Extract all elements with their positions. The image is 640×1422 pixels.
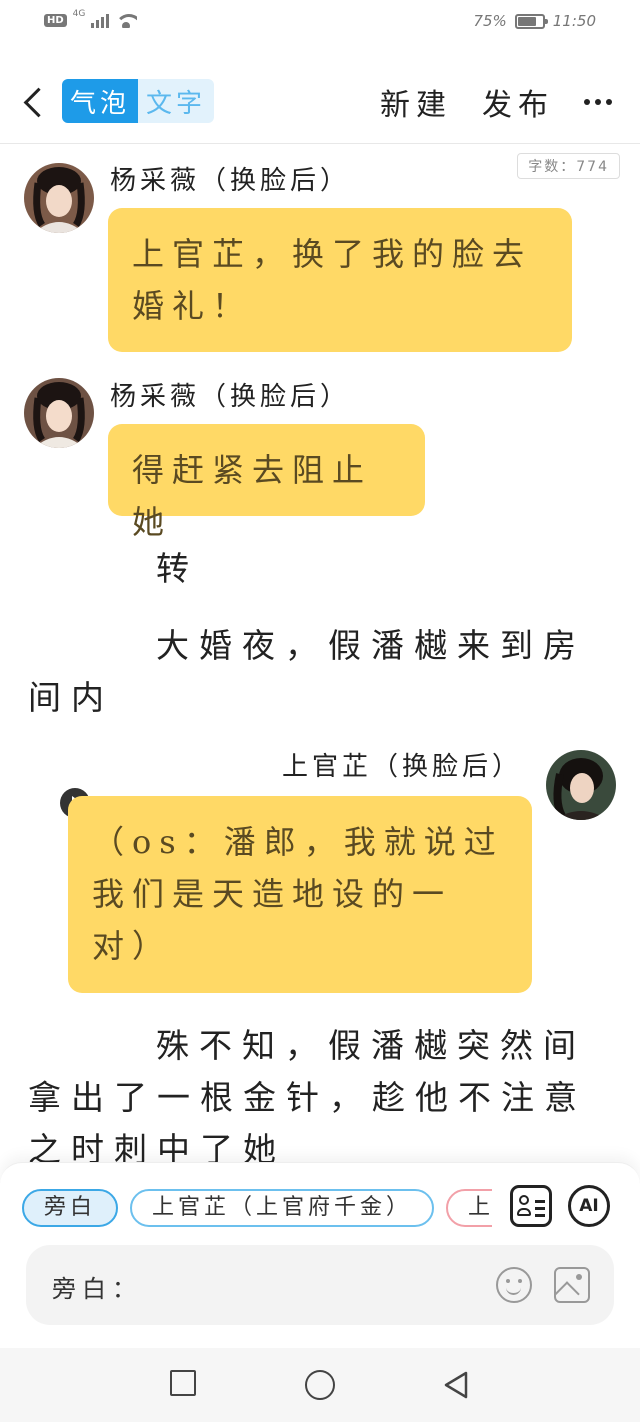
signal-icon [91,12,110,28]
status-bar: HD 4G 75% 11:50 [0,0,640,44]
word-count-badge: 字数：774 [517,153,620,179]
battery-fill [517,16,536,26]
battery-icon [514,13,548,29]
chat-bubble[interactable]: （os：潘郎，我就说过我们是天造地设的一对） [68,796,532,993]
system-nav-bar [0,1348,640,1422]
mode-toggle: 气泡 文字 [62,79,214,123]
avatar[interactable] [546,750,616,820]
publish-button[interactable]: 发布 [482,80,554,124]
narration-text[interactable]: 大婚夜，假潘樾来到房间内 [28,620,628,724]
wifi-icon [115,12,138,28]
mode-bubble-tab[interactable]: 气泡 [62,79,138,123]
avatar[interactable] [24,163,94,233]
chat-bubble[interactable]: 上官芷，换了我的脸去婚礼！ [108,208,572,352]
mode-text-tab[interactable]: 文字 [138,79,214,123]
chat-bubble[interactable]: 得赶紧去阻止她 [108,424,425,541]
narration-text[interactable]: 转 [156,543,199,595]
character-chip[interactable]: 旁白 [22,1189,119,1227]
speaker-name: 上官芷（换脸后） [281,752,522,782]
emoji-icon[interactable] [496,1267,532,1303]
top-bar: 气泡 文字 新建 发布 [0,60,640,144]
character-chip[interactable]: 上 [446,1189,492,1227]
speaker-name: 杨采薇（换脸后） [110,166,351,196]
more-icon[interactable] [584,82,612,122]
back-nav-icon[interactable] [442,1370,470,1400]
status-right: 75% 11:50 [473,12,596,30]
network-type: 4G [72,9,86,19]
character-selector: 旁白 上官芷（上官府千金） 上 [22,1189,492,1229]
status-left: HD 4G [44,9,138,28]
ai-icon[interactable]: AI [568,1185,610,1227]
recent-apps-icon[interactable] [170,1370,196,1396]
message-input[interactable]: 旁白： [26,1245,614,1325]
battery-percent: 75% [473,12,507,30]
home-icon[interactable] [305,1370,335,1400]
back-button[interactable] [18,82,48,122]
speaker-name: 杨采薇（换脸后） [110,382,351,412]
avatar[interactable] [24,378,94,448]
character-chip[interactable]: 上官芷（上官府千金） [130,1189,435,1227]
new-button[interactable]: 新建 [380,80,452,124]
clock: 11:50 [552,12,596,30]
input-label: 旁白： [52,1275,142,1303]
image-icon[interactable] [554,1267,590,1303]
top-actions: 新建 发布 [380,80,612,124]
contact-card-icon[interactable] [510,1185,552,1227]
narration-text[interactable]: 殊不知，假潘樾突然间拿出了一根金针，趁他不注意之时刺中了她 [28,1020,628,1176]
compose-panel: 旁白 上官芷（上官府千金） 上 AI 旁白： [0,1162,640,1348]
hd-badge: HD [44,13,67,27]
